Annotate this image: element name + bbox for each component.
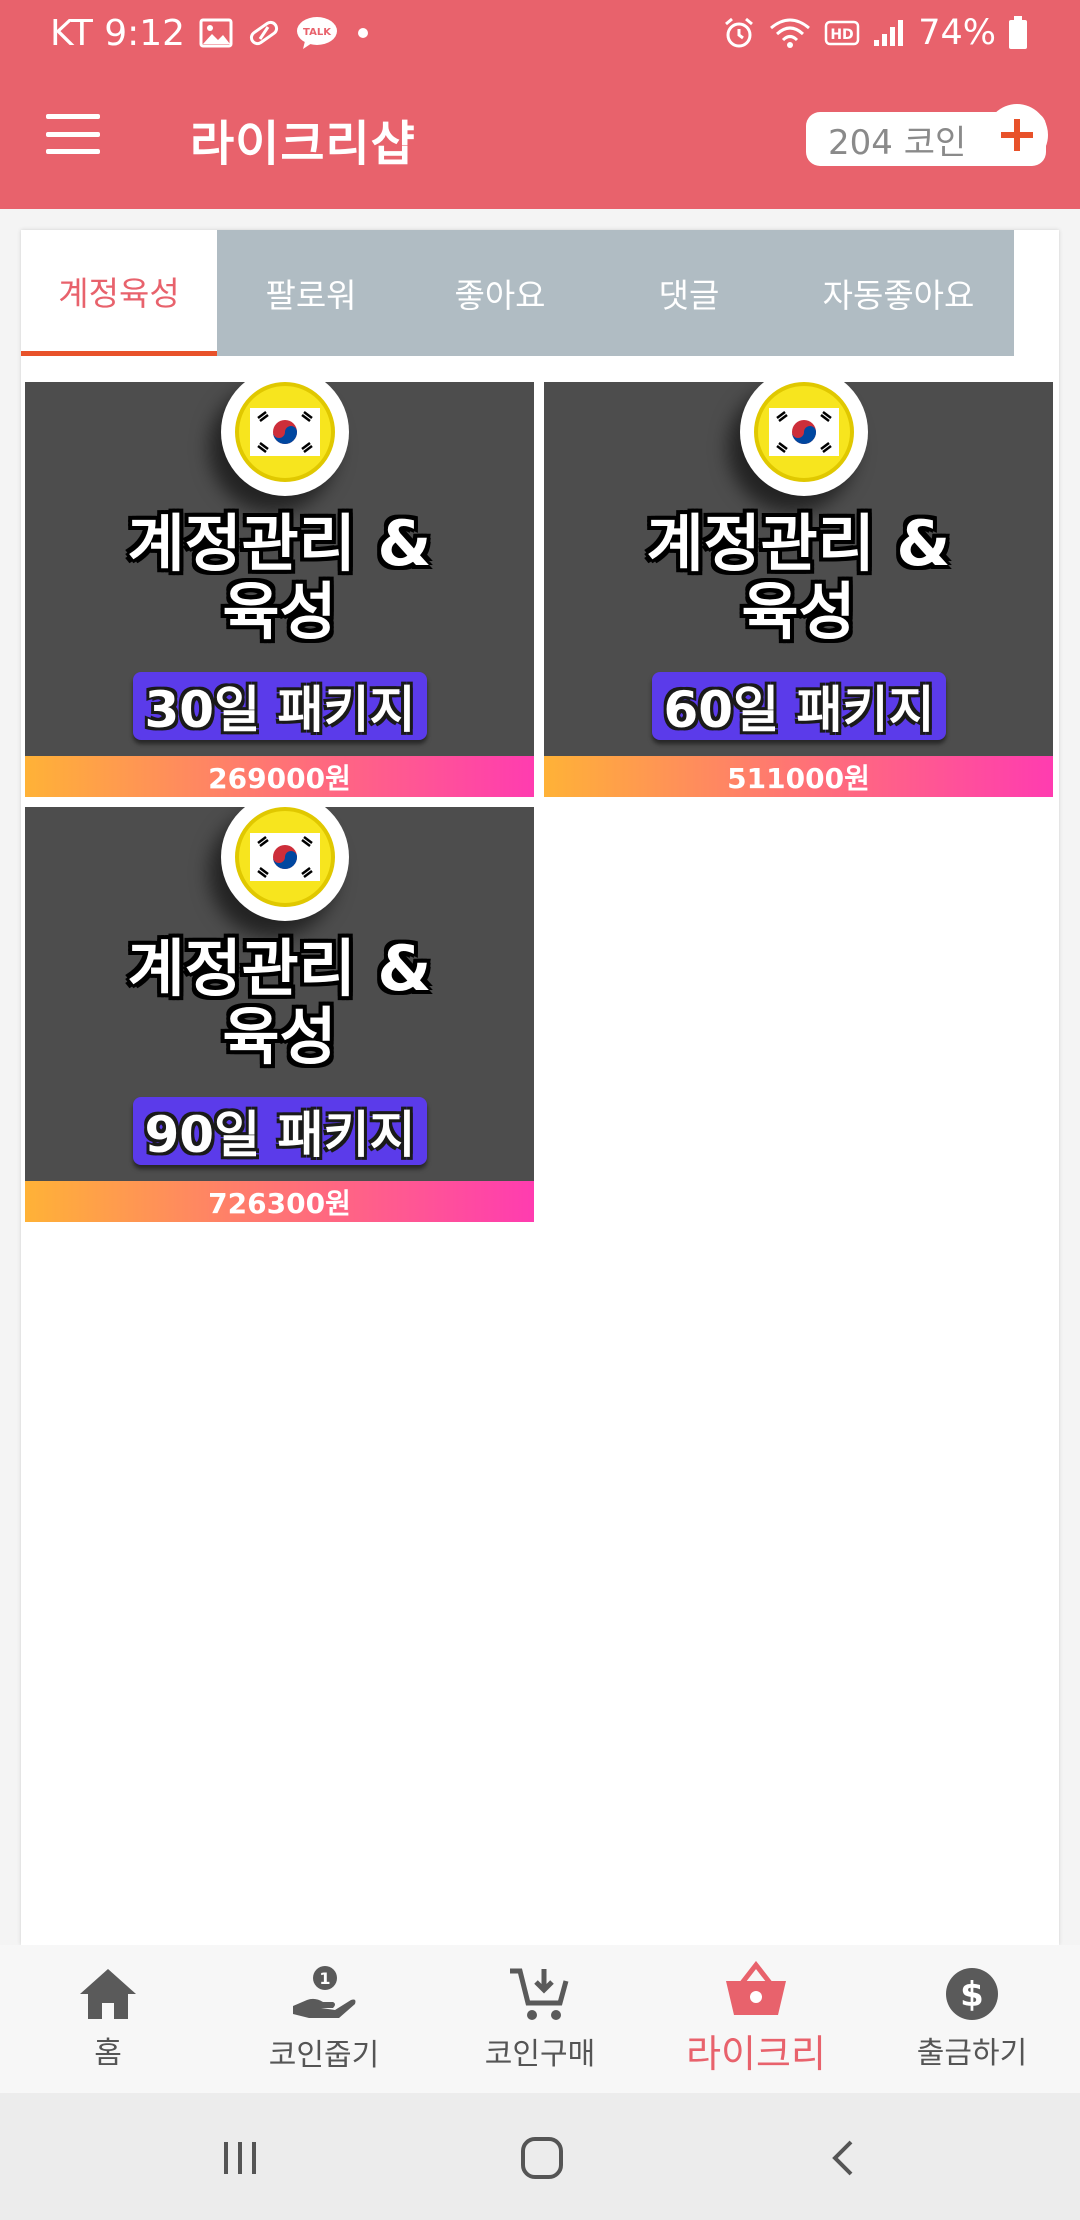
home-circle-icon[interactable] xyxy=(507,2123,577,2193)
korea-flag-coin-icon xyxy=(221,807,349,921)
status-right: HD 74% xyxy=(722,8,1028,58)
nav-label: 코인줍기 xyxy=(268,2038,380,2073)
tab-label: 팔로워 xyxy=(265,276,357,315)
tab-comments[interactable]: 댓글 xyxy=(595,230,783,356)
hamburger-menu-icon[interactable] xyxy=(40,106,106,162)
package-badge: 30일 패키지 xyxy=(133,672,427,740)
carrier-time: KT 9:12 xyxy=(50,12,186,54)
product-image: 계정관리 & 육성 30일 패키지 xyxy=(25,382,534,756)
product-card[interactable]: 계정관리 & 육성 90일 패키지 726300원 xyxy=(25,807,534,1222)
page-title: 라이크리샵 xyxy=(190,116,416,172)
home-icon xyxy=(80,1969,136,2019)
app-bar: 라이크리샵 204 코인 xyxy=(0,66,1080,209)
tab-label: 자동좋아요 xyxy=(822,276,975,315)
svg-text:$: $ xyxy=(960,1975,984,2015)
product-title: 계정관리 & 육성 xyxy=(544,510,1053,646)
product-title-line1: 계정관리 & xyxy=(127,507,432,580)
tab-account-growth[interactable]: 계정육성 xyxy=(21,230,217,356)
basket-icon xyxy=(726,1960,786,2015)
system-navigation-bar xyxy=(0,2093,1080,2220)
nav-collect-coins[interactable]: 1 코인줍기 xyxy=(216,1945,432,2093)
product-title-line2: 육성 xyxy=(222,1000,337,1073)
tab-likes[interactable]: 좋아요 xyxy=(405,230,595,356)
product-price: 269000원 xyxy=(25,756,534,797)
nav-label: 홈 xyxy=(94,2036,122,2071)
package-badge: 90일 패키지 xyxy=(133,1097,427,1165)
coin-balance: 204 코인 xyxy=(828,122,967,163)
tab-label: 계정육성 xyxy=(58,273,180,313)
product-price: 726300원 xyxy=(25,1181,534,1222)
alarm-icon xyxy=(722,16,756,50)
hand-coin-icon: 1 xyxy=(293,1966,356,2018)
tab-label: 좋아요 xyxy=(454,276,546,315)
battery-percent: 74% xyxy=(918,13,996,53)
coin-badge: 1 xyxy=(319,1969,330,1988)
app-header: KT 9:12 TALK HD 74% 라이크리샵 204 코인 xyxy=(0,0,1080,209)
battery-icon xyxy=(1008,16,1028,50)
product-title-line2: 육성 xyxy=(741,575,856,648)
plus-icon xyxy=(1001,119,1033,151)
product-price: 511000원 xyxy=(544,756,1053,797)
dot-icon xyxy=(353,23,373,43)
signal-icon xyxy=(872,18,906,48)
talk-label: TALK xyxy=(303,27,332,38)
package-badge: 60일 패키지 xyxy=(652,672,946,740)
pill-icon xyxy=(247,18,281,48)
product-title-line1: 계정관리 & xyxy=(127,932,432,1005)
svg-text:HD: HD xyxy=(831,27,854,43)
product-card[interactable]: 계정관리 & 육성 60일 패키지 511000원 xyxy=(544,382,1053,797)
cart-download-icon xyxy=(510,1968,569,2020)
content-card: 계정육성 팔로워 좋아요 댓글 자동좋아요 계정관리 & 육성 30일 패키지 … xyxy=(21,230,1059,1945)
back-icon[interactable] xyxy=(810,2123,880,2193)
nav-withdraw[interactable]: $ 출금하기 xyxy=(864,1945,1080,2093)
product-card[interactable]: 계정관리 & 육성 30일 패키지 269000원 xyxy=(25,382,534,797)
product-title-line2: 육성 xyxy=(222,575,337,648)
product-title-line1: 계정관리 & xyxy=(646,507,951,580)
nav-likely[interactable]: 라이크리 xyxy=(648,1945,864,2093)
recent-apps-icon[interactable] xyxy=(205,2123,275,2193)
hd-icon: HD xyxy=(824,19,860,47)
tab-auto-likes[interactable]: 자동좋아요 xyxy=(783,230,1014,356)
product-title: 계정관리 & 육성 xyxy=(25,510,534,646)
image-icon xyxy=(199,18,233,48)
nav-label: 라이크리 xyxy=(686,2031,826,2076)
product-image: 계정관리 & 육성 90일 패키지 xyxy=(25,807,534,1181)
add-coins-button[interactable] xyxy=(986,104,1048,166)
kakaotalk-icon: TALK xyxy=(295,15,339,51)
dollar-icon: $ xyxy=(946,1968,998,2020)
wifi-icon xyxy=(768,16,812,50)
tab-label: 댓글 xyxy=(658,276,720,315)
nav-home[interactable]: 홈 xyxy=(0,1945,216,2093)
tab-followers[interactable]: 팔로워 xyxy=(217,230,405,356)
bottom-navigation: 홈 1 코인줍기 코인구매 라이크리 $ 출금하기 xyxy=(0,1945,1080,2093)
status-left: KT 9:12 TALK xyxy=(50,8,373,58)
nav-label: 코인구매 xyxy=(484,2037,596,2072)
category-tabs: 계정육성 팔로워 좋아요 댓글 자동좋아요 xyxy=(21,230,1014,356)
korea-flag-coin-icon xyxy=(221,382,349,496)
status-bar: KT 9:12 TALK HD 74% xyxy=(0,0,1080,66)
product-image: 계정관리 & 육성 60일 패키지 xyxy=(544,382,1053,756)
nav-buy-coins[interactable]: 코인구매 xyxy=(432,1945,648,2093)
korea-flag-coin-icon xyxy=(740,382,868,496)
nav-label: 출금하기 xyxy=(916,2036,1028,2071)
product-title: 계정관리 & 육성 xyxy=(25,935,534,1071)
